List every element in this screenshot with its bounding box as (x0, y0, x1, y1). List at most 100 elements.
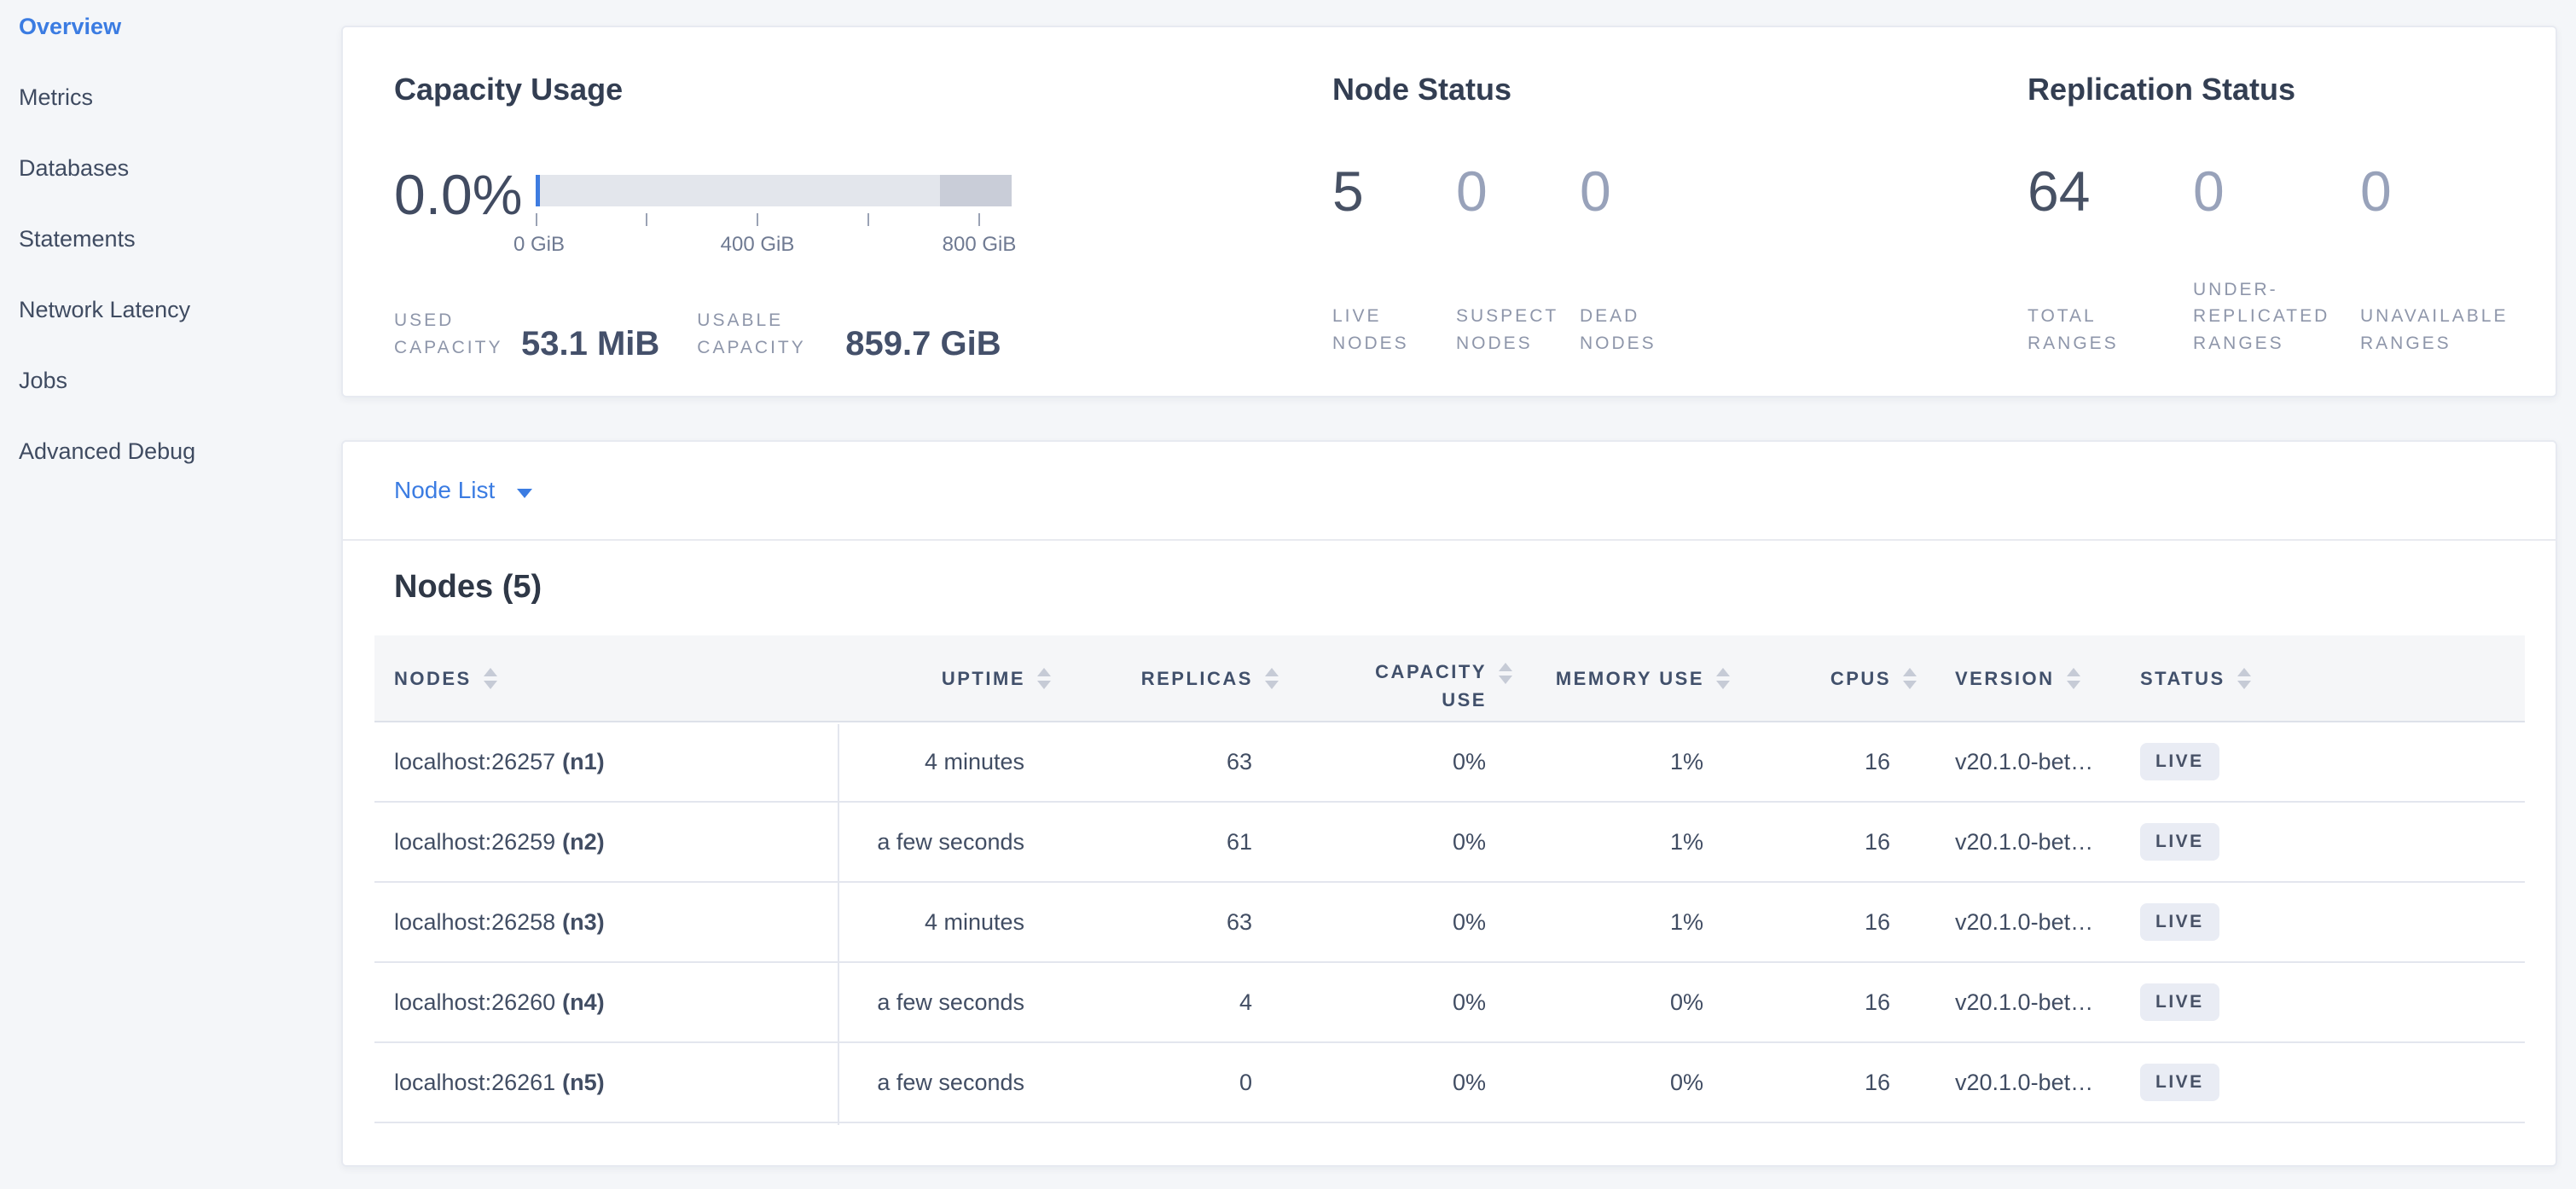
capacity-bar (536, 175, 1012, 206)
sidebar-item-metrics[interactable]: Metrics (19, 84, 334, 110)
memory-use-cell: 0% (1517, 989, 1734, 1016)
node-list-dropdown[interactable]: Node List (394, 477, 532, 504)
chevron-down-icon (517, 489, 532, 498)
used-capacity-value: 53.1 MiB (521, 327, 659, 361)
column-header-capacity-use[interactable]: CAPACITY USE (1283, 643, 1517, 714)
node-address-cell: localhost:26257(n1) (374, 749, 838, 775)
replication-status-title: Replication Status (2028, 72, 2295, 107)
live-nodes-count: 5 (1332, 162, 1456, 221)
sidebar-item-overview[interactable]: Overview (19, 14, 334, 39)
usable-capacity-label: USABLE CAPACITY (697, 307, 833, 361)
nodes-table-header: NODES UPTIME REPLICAS CAPACITY USE MEMOR… (374, 635, 2525, 722)
capacity-usage-chart: 0 GiB 400 GiB 800 GiB (536, 175, 1012, 206)
column-header-version[interactable]: VERSION (1921, 664, 2110, 693)
sidebar-item-databases[interactable]: Databases (19, 155, 334, 181)
version-cell: v20.1.0-bet… (1921, 829, 2110, 856)
sort-icon (1716, 668, 1730, 689)
status-badge: LIVE (2140, 823, 2219, 861)
capacity-percent: 0.0% (394, 162, 522, 227)
nodes-table: NODES UPTIME REPLICAS CAPACITY USE MEMOR… (374, 635, 2525, 1123)
replicas-cell: 61 (1055, 829, 1283, 856)
node-address-cell: localhost:26261(n5) (374, 1070, 838, 1096)
axis-tick (536, 213, 537, 226)
version-cell: v20.1.0-bet… (1921, 909, 2110, 936)
sort-icon (1499, 663, 1512, 684)
node-list-dropdown-label: Node List (394, 477, 495, 504)
axis-tick (867, 213, 869, 226)
status-badge: LIVE (2140, 743, 2219, 780)
axis-tick-label: 400 GiB (721, 233, 795, 257)
node-status-title: Node Status (1332, 72, 1511, 107)
table-row[interactable]: localhost:26257(n1) 4 minutes 63 0% 1% 1… (374, 722, 2525, 803)
version-cell: v20.1.0-bet… (1921, 1070, 2110, 1096)
status-cell: LIVE (2110, 1064, 2525, 1101)
under-replicated-count: 0 (2193, 162, 2360, 221)
capacity-stats: USED CAPACITY 53.1 MiB USABLE CAPACITY 8… (394, 307, 1001, 361)
unavailable-count: 0 (2360, 162, 2392, 221)
table-row[interactable]: localhost:26259(n2) a few seconds 61 0% … (374, 803, 2525, 883)
table-row[interactable]: localhost:26260(n4) a few seconds 4 0% 0… (374, 963, 2525, 1043)
status-badge: LIVE (2140, 983, 2219, 1021)
dead-nodes-label: DEAD NODES (1580, 303, 1682, 357)
node-address-cell: localhost:26259(n2) (374, 829, 838, 856)
sidebar-item-network-latency[interactable]: Network Latency (19, 297, 334, 322)
sidebar-item-statements[interactable]: Statements (19, 226, 334, 252)
node-address-cell: localhost:26258(n3) (374, 909, 838, 936)
memory-use-cell: 1% (1517, 829, 1734, 856)
axis-tick-label: 800 GiB (943, 233, 1017, 257)
cpus-cell: 16 (1734, 829, 1921, 856)
column-header-nodes[interactable]: NODES (374, 664, 838, 693)
status-cell: LIVE (2110, 903, 2525, 941)
axis-tick (757, 213, 758, 226)
live-nodes-label: LIVE NODES (1332, 303, 1456, 357)
node-list-header: Node List (343, 442, 2556, 541)
cpus-cell: 16 (1734, 1070, 1921, 1096)
app-root: Overview Metrics Databases Statements Ne… (0, 0, 2576, 1189)
capacity-use-cell: 0% (1283, 1070, 1517, 1096)
sort-icon (2237, 668, 2251, 689)
cpus-cell: 16 (1734, 749, 1921, 775)
unavailable-label: UNAVAILABLE RANGES (2360, 303, 2531, 357)
uptime-cell: 4 minutes (838, 909, 1055, 936)
total-ranges-label: TOTAL RANGES (2028, 303, 2193, 357)
column-header-status[interactable]: STATUS (2110, 664, 2525, 693)
capacity-use-cell: 0% (1283, 909, 1517, 936)
sidebar-item-advanced-debug[interactable]: Advanced Debug (19, 438, 334, 464)
column-header-replicas[interactable]: REPLICAS (1055, 664, 1283, 693)
under-replicated-label: UNDER-REPLICATED RANGES (2193, 276, 2360, 357)
axis-tick-label: 0 GiB (513, 233, 565, 257)
capacity-use-cell: 0% (1283, 749, 1517, 775)
column-header-cpus[interactable]: CPUS (1734, 664, 1921, 693)
sort-icon (2067, 668, 2080, 689)
nodes-table-title: Nodes (5) (394, 569, 2556, 606)
cluster-summary-card: Capacity Usage 0.0% 0 GiB 400 GiB 800 Gi… (341, 26, 2557, 397)
sidebar: Overview Metrics Databases Statements Ne… (19, 14, 334, 509)
table-row[interactable]: localhost:26261(n5) a few seconds 0 0% 0… (374, 1043, 2525, 1123)
version-cell: v20.1.0-bet… (1921, 749, 2110, 775)
total-ranges-count: 64 (2028, 162, 2193, 221)
node-address-cell: localhost:26260(n4) (374, 989, 838, 1016)
replicas-cell: 0 (1055, 1070, 1283, 1096)
axis-tick (646, 213, 647, 226)
table-row[interactable]: localhost:26258(n3) 4 minutes 63 0% 1% 1… (374, 883, 2525, 963)
replicas-cell: 63 (1055, 749, 1283, 775)
memory-use-cell: 1% (1517, 909, 1734, 936)
column-header-uptime[interactable]: UPTIME (838, 664, 1055, 693)
cpus-cell: 16 (1734, 989, 1921, 1016)
capacity-bar-end-segment (940, 175, 1012, 206)
sidebar-item-jobs[interactable]: Jobs (19, 368, 334, 393)
status-cell: LIVE (2110, 743, 2525, 780)
capacity-usage-title: Capacity Usage (394, 72, 623, 107)
uptime-cell: 4 minutes (838, 749, 1055, 775)
memory-use-cell: 0% (1517, 1070, 1734, 1096)
table-column-divider (838, 724, 839, 1125)
status-badge: LIVE (2140, 903, 2219, 941)
usable-capacity-value: 859.7 GiB (845, 327, 1001, 361)
sort-icon (1903, 668, 1917, 689)
used-capacity-marker (536, 175, 540, 206)
axis-tick (978, 213, 980, 226)
version-cell: v20.1.0-bet… (1921, 989, 2110, 1016)
column-header-memory-use[interactable]: MEMORY USE (1517, 664, 1734, 693)
replicas-cell: 63 (1055, 909, 1283, 936)
capacity-use-cell: 0% (1283, 829, 1517, 856)
